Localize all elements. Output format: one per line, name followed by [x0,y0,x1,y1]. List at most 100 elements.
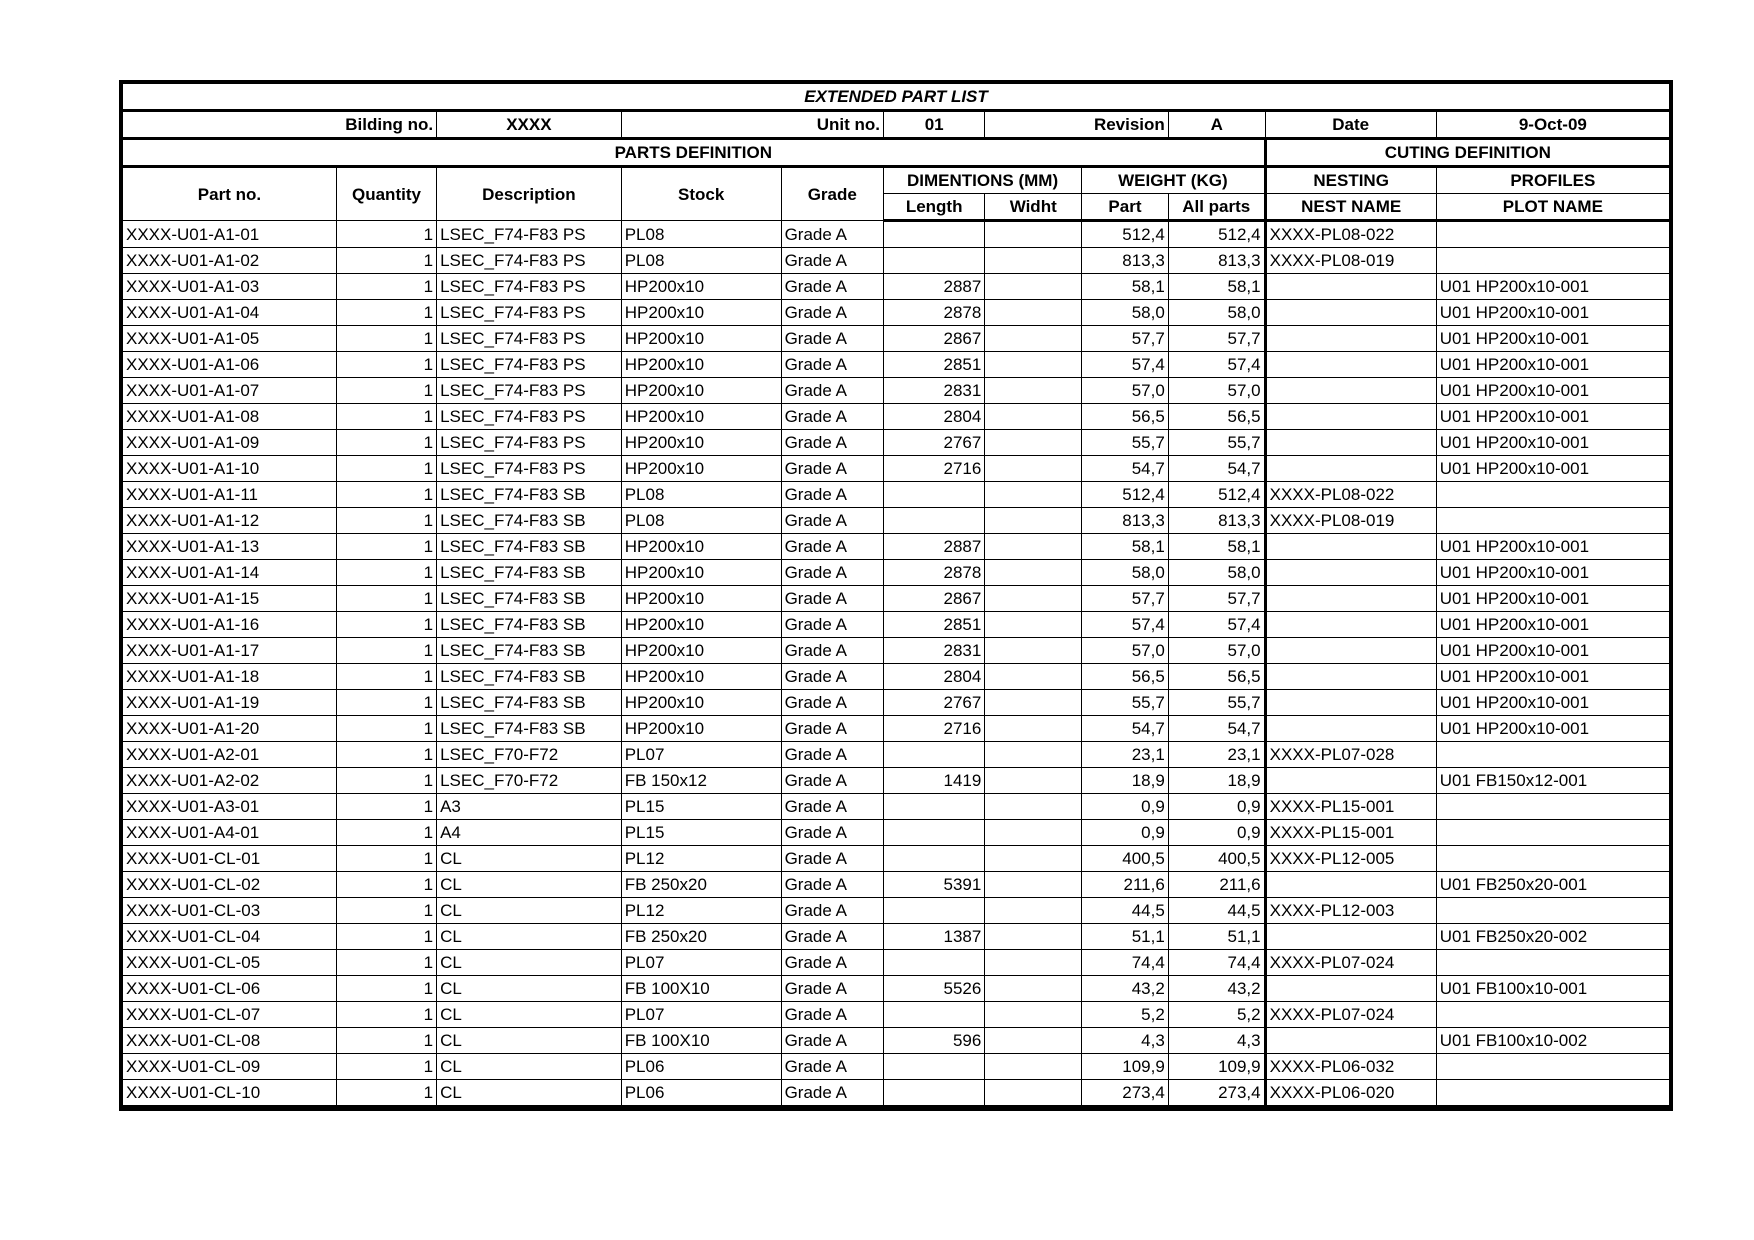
cell-stock: HP200x10 [620,429,782,456]
table-row[interactable]: XXXX-U01-A1-12 1 LSEC_F74-F83 SB PL08 Grade … [122,507,1671,534]
table-row[interactable]: XXXX-U01-A1-08 1 LSEC_F74-F83 PS HP200x10 Gr… [122,403,1671,430]
col-header-grade: Grade [780,166,885,221]
cell-part-no: XXXX-U01-A2-01 [122,741,337,768]
table-row[interactable]: XXXX-U01-A1-07 1 LSEC_F74-F83 PS HP200x10 Gr… [122,377,1671,404]
cell-quantity: 1 [335,767,438,794]
cell-width [984,1079,1083,1108]
table-row[interactable]: XXXX-U01-A1-09 1 LSEC_F74-F83 PS HP200x10 Gr… [122,429,1671,456]
table-row[interactable]: XXXX-U01-CL-10 1 CL PL06 Grade A 273,4 273,4 XX… [122,1079,1671,1108]
cell-width [984,949,1083,976]
table-row[interactable]: XXXX-U01-CL-06 1 CL FB 100X10 Grade A 5526 43,… [122,975,1671,1002]
table-row[interactable]: XXXX-U01-A4-01 1 A4 PL15 Grade A 0,9 0,9 XXXX-P… [122,819,1671,846]
cell-nest-name [1263,585,1437,612]
table-row[interactable]: XXXX-U01-CL-02 1 CL FB 250x20 Grade A 5391 211… [122,871,1671,898]
col-header-length: Length [882,193,986,222]
cell-quantity: 1 [335,819,438,846]
table-row[interactable]: XXXX-U01-A1-03 1 LSEC_F74-F83 PS HP200x10 Gr… [122,273,1671,300]
cell-weight-part: 512,4 [1081,481,1169,508]
table-row[interactable]: XXXX-U01-A3-01 1 A3 PL15 Grade A 0,9 0,9 XXXX-P… [122,793,1671,820]
cell-part-no: XXXX-U01-CL-03 [122,897,337,924]
cell-description: LSEC_F70-F72 [436,767,622,794]
col-header-description: Description [436,166,622,221]
cell-quantity: 1 [335,403,438,430]
group-header-row: Part no. Quantity Description Stock Grad… [122,166,1671,221]
cell-description: LSEC_F74-F83 SB [436,507,622,534]
table-row[interactable]: XXXX-U01-CL-08 1 CL FB 100X10 Grade A 596 4,3 4… [122,1027,1671,1054]
cell-width [984,715,1083,742]
cell-description: A4 [436,819,622,846]
cell-grade: Grade A [780,403,885,430]
cell-weight-all: 55,7 [1167,429,1266,456]
table-row[interactable]: XXXX-U01-CL-09 1 CL PL06 Grade A 109,9 109,9 XX… [122,1053,1671,1080]
cell-width [984,819,1083,846]
table-row[interactable]: XXXX-U01-A1-02 1 LSEC_F74-F83 PS PL08 Grade … [122,247,1671,274]
cell-stock: FB 100X10 [620,975,782,1002]
revision-value: A [1167,110,1266,140]
table-row[interactable]: XXXX-U01-CL-05 1 CL PL07 Grade A 74,4 74,4 XXXX… [122,949,1671,976]
cell-grade: Grade A [780,637,885,664]
table-row[interactable]: XXXX-U01-A1-13 1 LSEC_F74-F83 SB HP200x10 Gr… [122,533,1671,560]
table-row[interactable]: XXXX-U01-A1-19 1 LSEC_F74-F83 SB HP200x10 Gr… [122,689,1671,716]
cell-stock: PL08 [620,507,782,534]
table-row[interactable]: XXXX-U01-A1-11 1 LSEC_F74-F83 SB PL08 Grade … [122,481,1671,508]
table-row[interactable]: XXXX-U01-A1-01 1 LSEC_F74-F83 PS PL08 Grade … [122,220,1671,248]
table-row[interactable]: XXXX-U01-A1-17 1 LSEC_F74-F83 SB HP200x10 Gr… [122,637,1671,664]
table-row[interactable]: XXXX-U01-CL-07 1 CL PL07 Grade A 5,2 5,2 XXXX-P… [122,1001,1671,1028]
cell-stock: PL08 [620,220,782,248]
cell-stock: FB 250x20 [620,871,782,898]
cell-weight-part: 57,7 [1081,325,1169,352]
cell-weight-all: 57,4 [1167,351,1266,378]
cell-quantity: 1 [335,429,438,456]
table-row[interactable]: XXXX-U01-CL-03 1 CL PL12 Grade A 44,5 44,5 XXXX… [122,897,1671,924]
table-row[interactable]: XXXX-U01-A1-14 1 LSEC_F74-F83 SB HP200x10 Gr… [122,559,1671,586]
cell-length: 2878 [882,559,986,586]
cell-nest-name [1263,1027,1437,1054]
table-row[interactable]: XXXX-U01-A2-02 1 LSEC_F70-F72 FB 150x12 Grad… [122,767,1671,794]
cell-weight-all: 54,7 [1167,455,1266,482]
cell-part-no: XXXX-U01-A1-16 [122,611,337,638]
cell-grade: Grade A [780,585,885,612]
table-row[interactable]: XXXX-U01-A1-20 1 LSEC_F74-F83 SB HP200x10 Gr… [122,715,1671,742]
table-row[interactable]: XXXX-U01-A1-16 1 LSEC_F74-F83 SB HP200x10 Gr… [122,611,1671,638]
cell-quantity: 1 [335,741,438,768]
cell-part-no: XXXX-U01-A1-19 [122,689,337,716]
cell-nest-name: XXXX-PL07-028 [1263,741,1437,768]
table-row[interactable]: XXXX-U01-A1-04 1 LSEC_F74-F83 PS HP200x10 Gr… [122,299,1671,326]
cell-width [984,793,1083,820]
cell-plot-name: U01 HP200x10-001 [1435,325,1671,352]
table-row[interactable]: XXXX-U01-A1-06 1 LSEC_F74-F83 PS HP200x10 Gr… [122,351,1671,378]
cell-nest-name [1263,533,1437,560]
cell-description: LSEC_F74-F83 SB [436,637,622,664]
building-no-label: Bilding no. [121,110,438,140]
table-row[interactable]: XXXX-U01-A1-15 1 LSEC_F74-F83 SB HP200x10 Gr… [122,585,1671,612]
table-row[interactable]: XXXX-U01-CL-01 1 CL PL12 Grade A 400,5 400,5 XX… [122,845,1671,872]
cell-weight-part: 57,0 [1081,377,1169,404]
cell-plot-name: U01 HP200x10-001 [1435,637,1671,664]
cell-plot-name [1435,1053,1671,1080]
cell-width [984,845,1083,872]
cell-nest-name: XXXX-PL07-024 [1263,949,1437,976]
cell-plot-name: U01 FB100x10-001 [1435,975,1671,1002]
table-row[interactable]: XXXX-U01-A1-05 1 LSEC_F74-F83 PS HP200x10 Gr… [122,325,1671,352]
cell-plot-name [1435,220,1671,248]
cell-plot-name [1435,1079,1671,1108]
table-row[interactable]: XXXX-U01-A1-18 1 LSEC_F74-F83 SB HP200x10 Gr… [122,663,1671,690]
cell-part-no: XXXX-U01-A1-14 [122,559,337,586]
cell-nest-name [1263,455,1437,482]
table-row[interactable]: XXXX-U01-A2-01 1 LSEC_F70-F72 PL07 Grade A 23… [122,741,1671,768]
cell-plot-name: U01 HP200x10-001 [1435,585,1671,612]
cell-grade: Grade A [780,1001,885,1028]
cell-length: 2716 [882,455,986,482]
cell-width [984,377,1083,404]
table-row[interactable]: XXXX-U01-A1-10 1 LSEC_F74-F83 PS HP200x10 Gr… [122,455,1671,482]
cell-grade: Grade A [780,741,885,768]
table-row[interactable]: XXXX-U01-CL-04 1 CL FB 250x20 Grade A 1387 51,… [122,923,1671,950]
cell-quantity: 1 [335,611,438,638]
cell-grade: Grade A [780,715,885,742]
col-header-quantity: Quantity [335,166,438,221]
cell-quantity: 1 [335,455,438,482]
cell-grade: Grade A [780,897,885,924]
cell-grade: Grade A [780,273,885,300]
unit-no-label: Unit no. [620,110,885,140]
cell-weight-part: 813,3 [1081,247,1169,274]
